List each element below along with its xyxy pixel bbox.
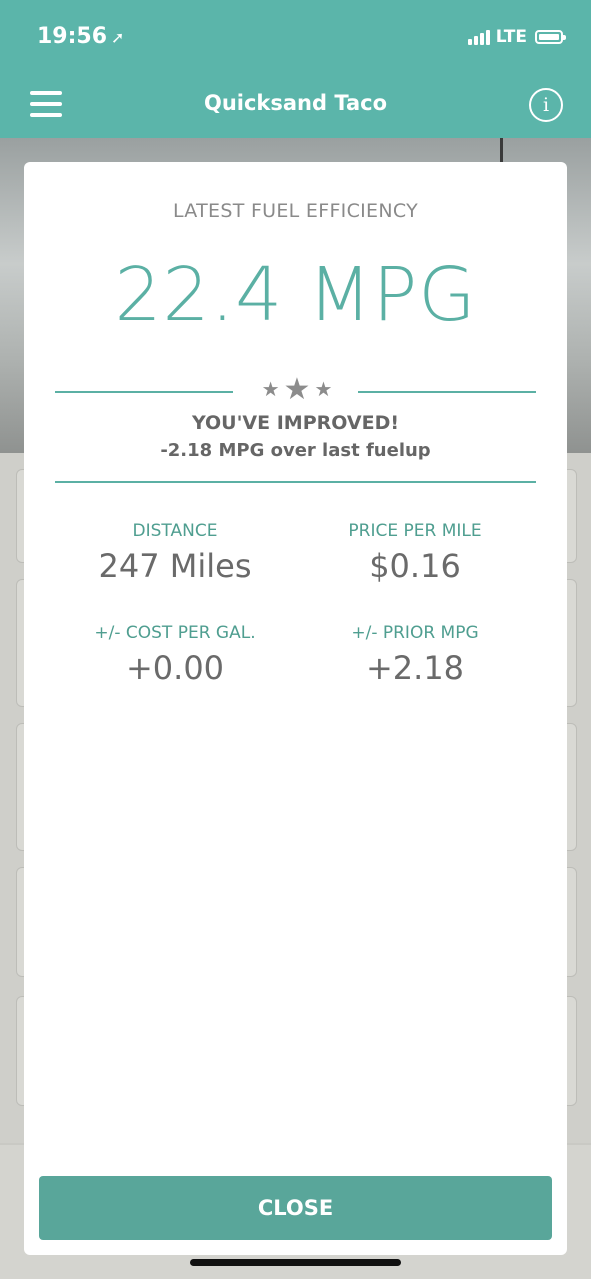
- stat-value: 247 Miles: [98, 547, 252, 585]
- close-button[interactable]: CLOSE: [39, 1176, 552, 1240]
- divider-full: [55, 481, 536, 483]
- improvement-detail: -2.18 MPG over last fuelup: [160, 440, 431, 461]
- divider-left: [55, 391, 233, 393]
- stat-cost-per-gallon: +/- COST PER GAL. +0.00: [45, 623, 305, 687]
- stat-prior-mpg: +/- PRIOR MPG +2.18: [285, 623, 545, 687]
- info-icon[interactable]: i: [529, 88, 563, 122]
- stat-label: DISTANCE: [132, 521, 218, 541]
- divider-right: [358, 391, 536, 393]
- stat-label: +/- PRIOR MPG: [351, 623, 479, 643]
- home-indicator[interactable]: [190, 1259, 401, 1266]
- page-title: Quicksand Taco: [203, 91, 388, 115]
- stat-value: $0.16: [369, 547, 461, 585]
- fuel-efficiency-modal: LATEST FUEL EFFICIENCY 22.4 MPG ★ ★ ★ YOU'…: [24, 162, 567, 1255]
- three-stars-icon: ★ ★ ★: [261, 371, 333, 407]
- signal-bars-icon: [467, 29, 490, 45]
- stat-label: PRICE PER MILE: [348, 521, 482, 541]
- location-arrow-icon: ➚: [111, 28, 125, 47]
- stat-value: +2.18: [365, 649, 465, 687]
- status-time-text: 19:56: [37, 24, 108, 49]
- stat-label: +/- COST PER GAL.: [94, 623, 256, 643]
- stat-value: +0.00: [125, 649, 225, 687]
- status-indicators: LTE: [467, 27, 566, 47]
- app-header: 19:56 ➚ LTE Quicksand Taco i: [0, 0, 591, 138]
- network-type: LTE: [495, 27, 527, 47]
- mpg-value: 22.4 MPG: [114, 252, 477, 338]
- stat-distance: DISTANCE 247 Miles: [45, 521, 305, 585]
- status-time: 19:56 ➚: [37, 24, 124, 49]
- stat-price-per-mile: PRICE PER MILE $0.16: [285, 521, 545, 585]
- battery-icon: [535, 30, 566, 44]
- improvement-title: YOU'VE IMPROVED!: [191, 412, 400, 434]
- modal-heading: LATEST FUEL EFFICIENCY: [172, 200, 419, 222]
